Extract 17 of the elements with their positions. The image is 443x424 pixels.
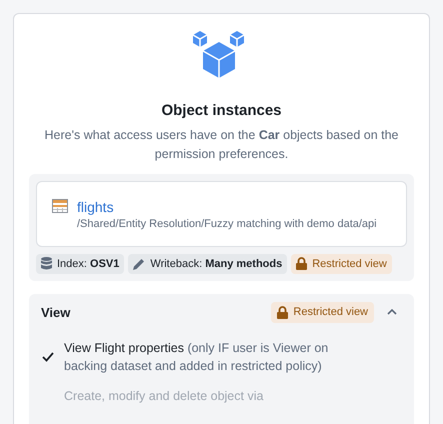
- table-icon: [52, 198, 68, 212]
- section-title: Object instances: [161, 101, 282, 121]
- lock-icon: [277, 306, 288, 319]
- chevron-icon[interactable]: [387, 309, 397, 316]
- index-tag: Index: OSV1: [36, 254, 124, 274]
- dataset-path: /Shared/Entity Resolution/Fuzzy matching with demo data/api: [77, 216, 377, 232]
- lock-icon: [296, 257, 308, 270]
- permission-text: Create, modify and delete object via: [64, 388, 264, 404]
- dataset-link[interactable]: flights: [77, 198, 377, 216]
- pencil-icon: [133, 258, 146, 270]
- writeback-tag: Writeback: Many methods: [128, 254, 288, 274]
- restricted-badge: Restricted view: [271, 302, 374, 322]
- section-heading: View: [41, 304, 72, 322]
- restricted-tag: Restricted view: [291, 254, 392, 274]
- permission-text: View Flight properties (only IF user is Viewer on backing dataset and added in restricted policy): [64, 340, 330, 374]
- description: Here's what access users have on the Car objects based on the permission preferences.: [44, 126, 400, 163]
- database-icon: [41, 257, 52, 270]
